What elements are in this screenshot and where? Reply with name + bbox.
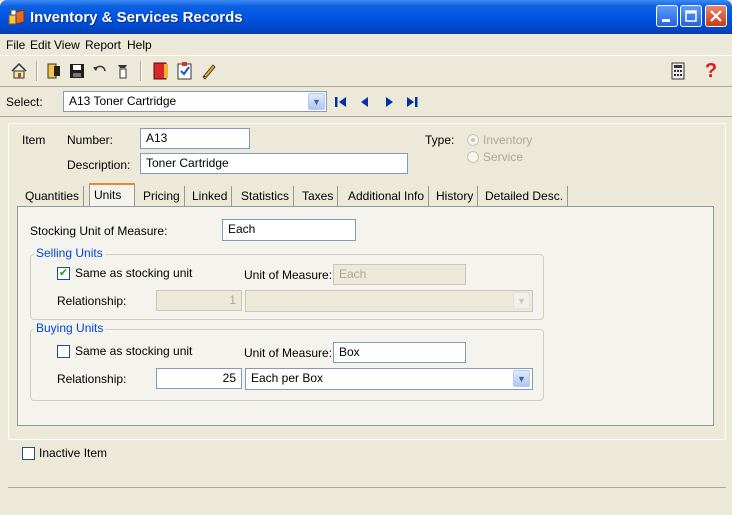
- buying-same-checkbox[interactable]: Same as stocking unit: [57, 344, 192, 358]
- menu-help[interactable]: Help: [127, 38, 152, 52]
- stocking-uom-field[interactable]: Each: [222, 219, 356, 241]
- buying-units-title: Buying Units: [34, 321, 106, 335]
- tab-quantities[interactable]: Quantities: [21, 186, 85, 206]
- tab-history[interactable]: History: [432, 186, 479, 206]
- buying-relationship-unit-dropdown[interactable]: Each per Box: [245, 368, 533, 390]
- buying-uom-label: Unit of Measure:: [244, 346, 333, 360]
- app-icon: [8, 9, 26, 25]
- calculator-icon[interactable]: [667, 60, 689, 82]
- description-field[interactable]: Toner Cartridge: [140, 153, 408, 174]
- checkmark-icon: ✔: [57, 266, 70, 280]
- buying-relationship-label: Relationship:: [57, 372, 127, 386]
- status-bar: [8, 487, 726, 510]
- maximize-button[interactable]: [680, 5, 702, 27]
- tab-detailed-desc[interactable]: Detailed Desc.: [481, 186, 569, 206]
- select-label: Select:: [6, 95, 43, 109]
- close-button[interactable]: [705, 5, 727, 27]
- inactive-item-label: Inactive Item: [39, 446, 108, 460]
- checkbox-empty-icon: [22, 446, 35, 460]
- selling-units-title: Selling Units: [34, 246, 105, 260]
- type-service-radio[interactable]: Service: [467, 150, 523, 164]
- chevron-down-icon[interactable]: ▼: [513, 292, 530, 309]
- buying-uom-field[interactable]: Box: [333, 342, 466, 363]
- type-service-label: Service: [483, 150, 524, 164]
- tab-additional-info[interactable]: Additional Info: [344, 186, 430, 206]
- selling-relationship-label: Relationship:: [57, 294, 127, 308]
- buying-relationship-field[interactable]: 25: [156, 368, 242, 389]
- description-label: Description:: [67, 158, 131, 172]
- radio-empty-icon: [467, 151, 479, 163]
- previous-record-icon[interactable]: [357, 93, 371, 111]
- item-section-label: Item: [22, 133, 46, 147]
- menu-file[interactable]: File: [6, 38, 25, 52]
- chevron-down-icon[interactable]: ▼: [513, 370, 530, 387]
- buying-same-label: Same as stocking unit: [75, 344, 193, 358]
- selling-relationship-unit-dropdown[interactable]: [245, 290, 533, 312]
- type-label: Type:: [425, 133, 455, 147]
- tab-taxes[interactable]: Taxes: [298, 186, 339, 206]
- tab-linked[interactable]: Linked: [188, 186, 233, 206]
- first-record-icon[interactable]: [333, 93, 349, 111]
- pencil-icon[interactable]: [198, 60, 220, 82]
- buying-units-group: [30, 329, 544, 401]
- type-inventory-radio[interactable]: Inventory: [467, 133, 532, 147]
- minimize-button[interactable]: [656, 5, 678, 27]
- tab-pricing[interactable]: Pricing: [139, 186, 185, 206]
- last-record-icon[interactable]: [404, 93, 422, 111]
- checkbox-empty-icon: [57, 344, 70, 358]
- save-icon[interactable]: [66, 60, 88, 82]
- delete-icon[interactable]: [112, 60, 134, 82]
- menu-report[interactable]: Report: [85, 38, 121, 52]
- selling-same-label: Same as stocking unit: [75, 266, 193, 280]
- selling-uom-field[interactable]: Each: [333, 264, 466, 285]
- inactive-item-checkbox[interactable]: Inactive Item: [22, 446, 107, 460]
- stocking-uom-label: Stocking Unit of Measure:: [30, 224, 168, 238]
- new-record-icon[interactable]: [43, 60, 65, 82]
- select-record-value: A13 Toner Cartridge: [69, 94, 177, 108]
- next-record-icon[interactable]: [383, 93, 397, 111]
- chevron-down-icon[interactable]: ▼: [308, 93, 325, 110]
- number-label: Number:: [67, 133, 114, 147]
- selling-relationship-field[interactable]: 1: [156, 290, 242, 311]
- type-inventory-label: Inventory: [483, 133, 533, 147]
- number-field[interactable]: A13: [140, 128, 250, 149]
- home-icon[interactable]: [8, 60, 30, 82]
- menu-view[interactable]: View: [54, 38, 80, 52]
- help-icon[interactable]: ?: [700, 60, 722, 82]
- undo-icon[interactable]: [89, 60, 111, 82]
- book-icon[interactable]: [150, 60, 172, 82]
- tab-statistics[interactable]: Statistics: [237, 186, 295, 206]
- menu-edit[interactable]: Edit: [30, 38, 51, 52]
- selling-uom-label: Unit of Measure:: [244, 268, 333, 282]
- radio-selected-icon: [467, 134, 479, 146]
- select-record-dropdown[interactable]: A13 Toner Cartridge: [63, 91, 327, 112]
- clipboard-icon[interactable]: [174, 60, 196, 82]
- window-title: Inventory & Services Records: [30, 9, 243, 26]
- selling-same-checkbox[interactable]: ✔ Same as stocking unit: [57, 266, 192, 280]
- tab-units[interactable]: Units: [89, 183, 135, 207]
